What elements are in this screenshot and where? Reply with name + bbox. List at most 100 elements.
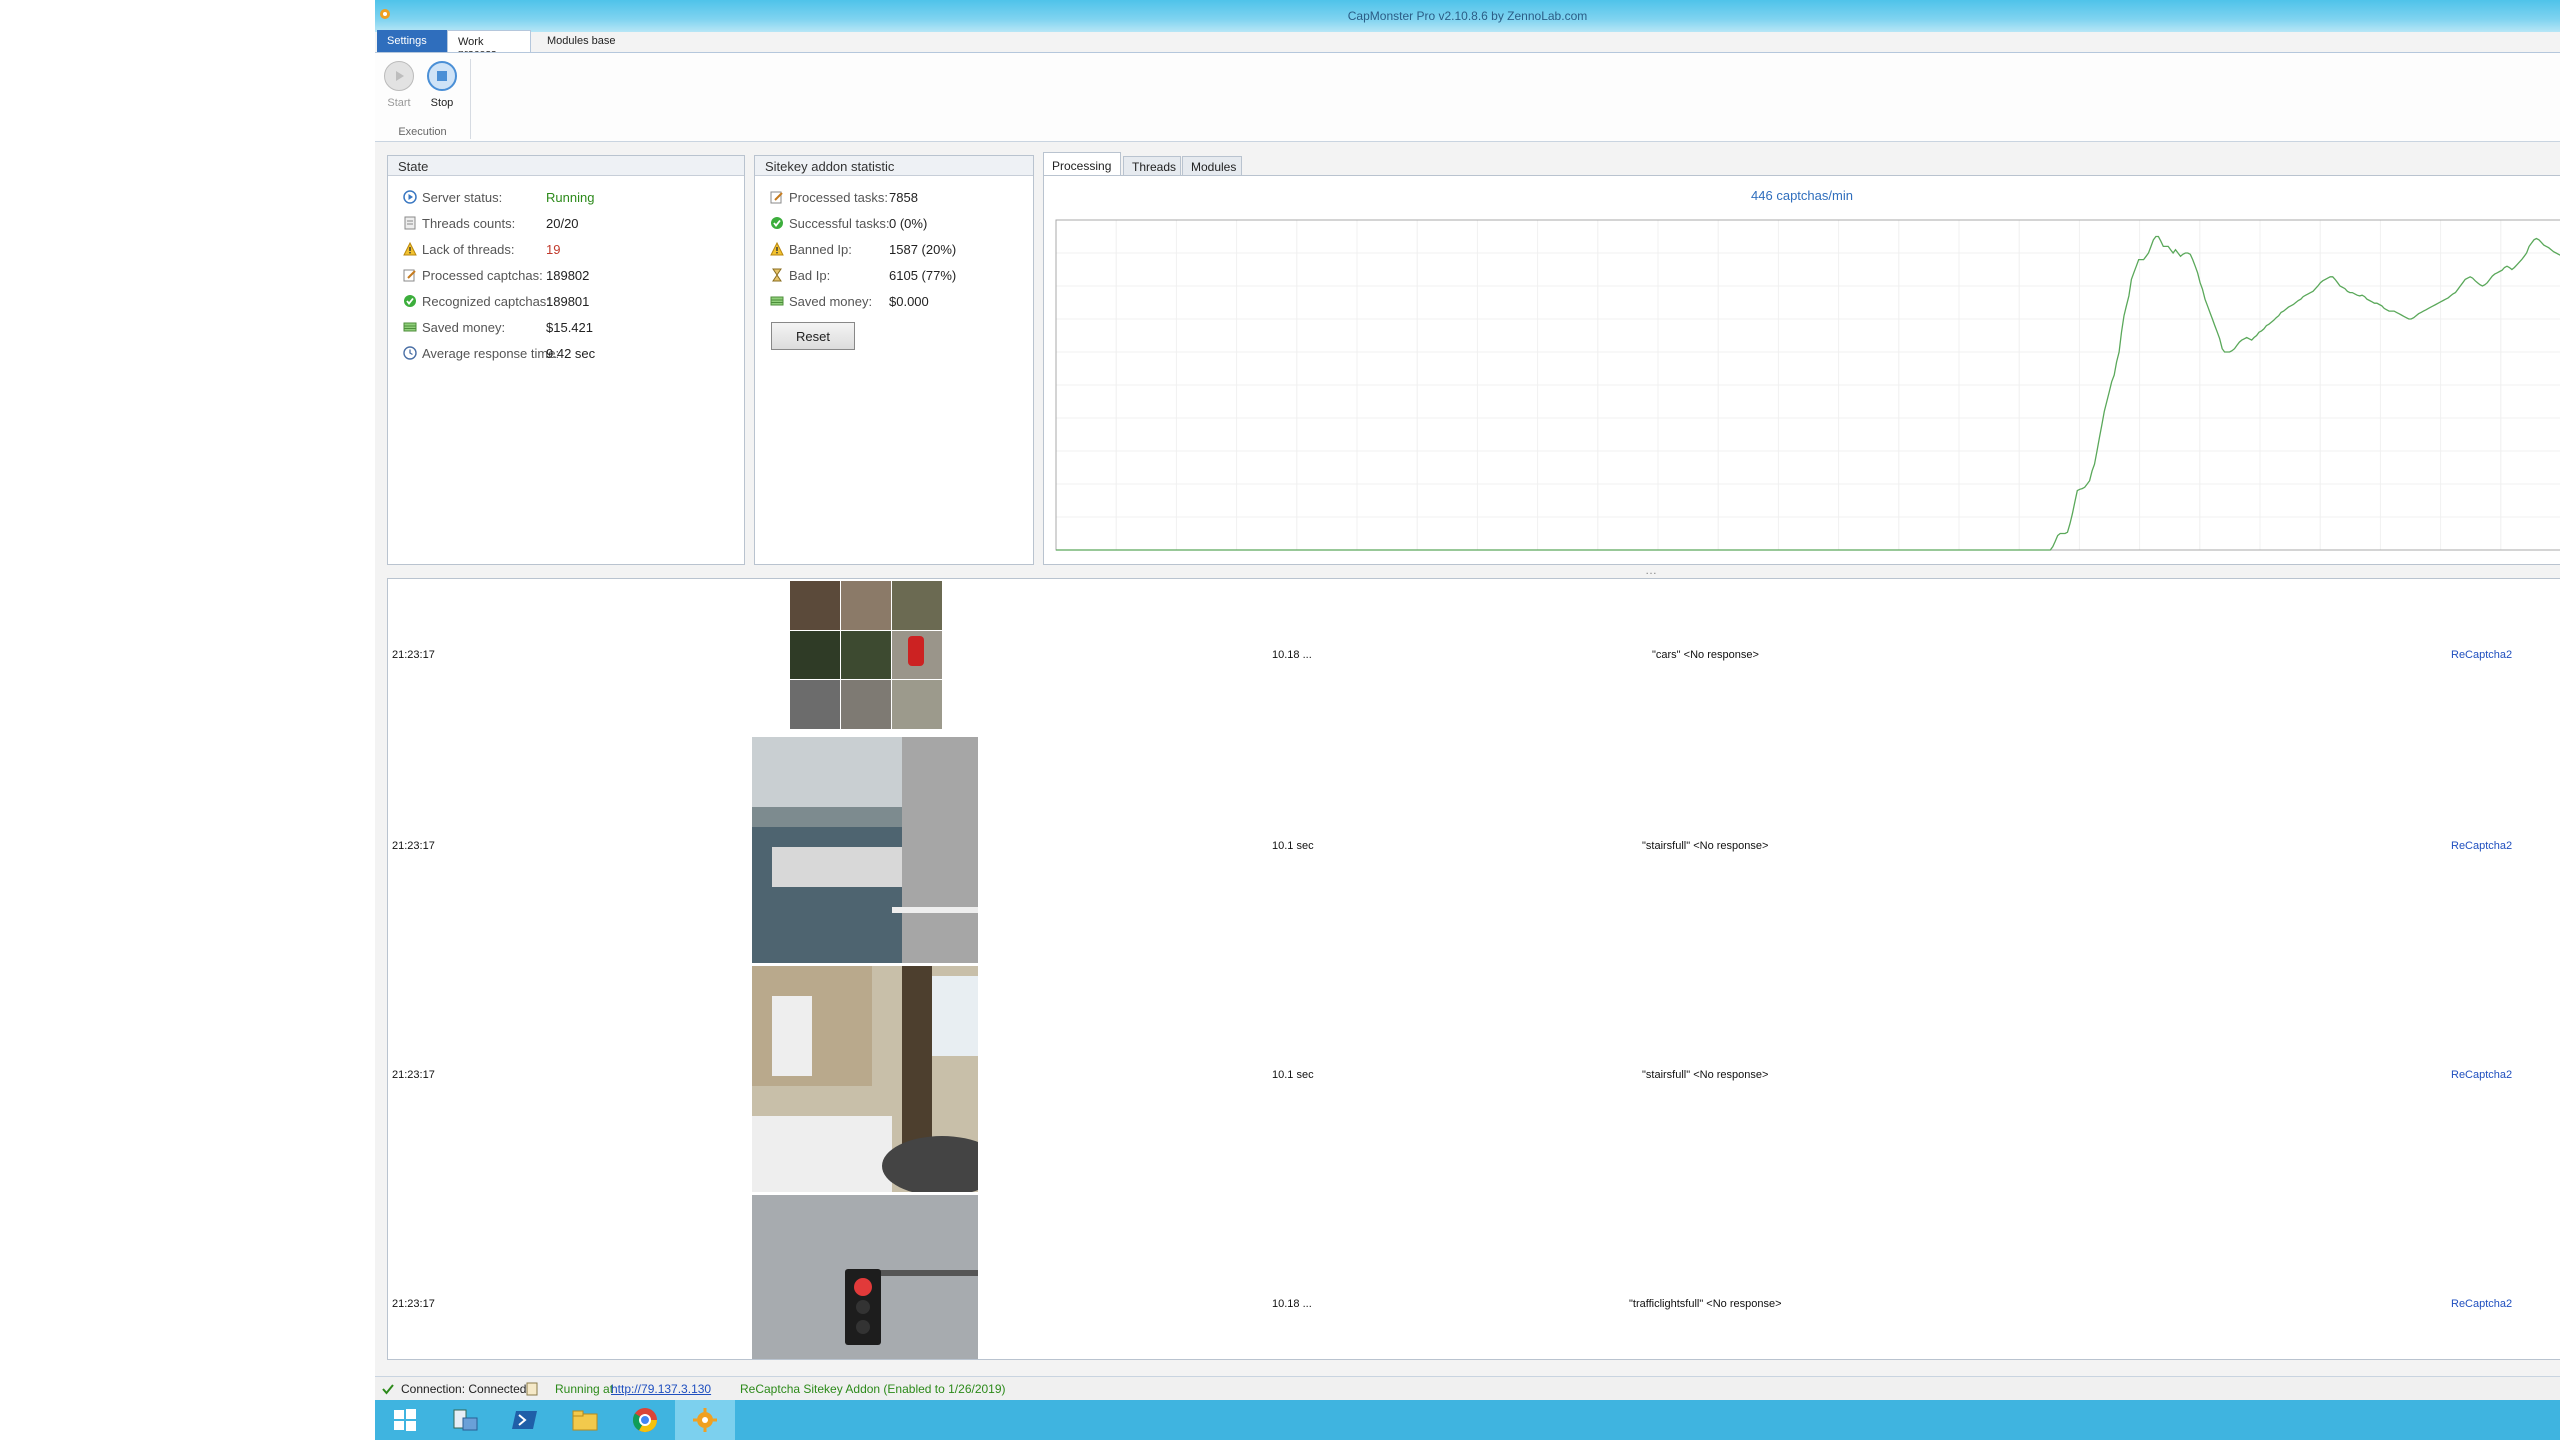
state-value: 19 — [546, 241, 561, 257]
group-separator — [470, 59, 471, 139]
log-time: 21:23:17 — [392, 840, 435, 852]
state-value: $15.421 — [546, 319, 593, 335]
edit-icon — [769, 190, 784, 205]
running-prefix: Running at — [555, 1382, 614, 1396]
sitekey-panel-title: Sitekey addon statistic — [755, 156, 1033, 176]
play-icon — [384, 61, 414, 91]
document-icon — [402, 216, 417, 231]
tab-threads[interactable]: Threads — [1123, 156, 1181, 176]
capmonster-taskbar-icon[interactable] — [675, 1400, 735, 1440]
stop-icon — [427, 61, 457, 91]
log-duration: 10.1 sec — [1272, 840, 1314, 852]
state-key: Threads counts: — [422, 215, 516, 231]
captcha-log-list: 21:23:17 10.18 ... "cars" <No response> … — [387, 578, 2560, 1360]
log-row[interactable]: 21:23:17 10.18 ... "cars" <No response> … — [388, 579, 2560, 729]
state-key: Recognized captchas: — [422, 293, 550, 309]
ribbon-tabs: Settings Work process Modules base — [375, 30, 2560, 60]
state-key: Lack of threads: — [422, 241, 515, 257]
sitekey-saved-money: Saved money: $0.000 — [769, 292, 929, 310]
sitekey-value: 6105 (77%) — [889, 267, 957, 283]
log-time: 21:23:17 — [392, 649, 435, 661]
log-row[interactable]: 21:23:17 10.1 sec "stairsfull" <No respo… — [388, 737, 2560, 963]
sitekey-key: Processed tasks: — [789, 189, 888, 205]
state-panel-title: State — [388, 156, 744, 176]
state-threads-count: Threads counts: 20/20 — [402, 214, 579, 232]
state-key: Server status: — [422, 189, 503, 205]
log-captcha-type: ReCaptcha2 — [2451, 1069, 2513, 1081]
stop-button[interactable]: Stop — [424, 61, 460, 109]
log-captcha-type: ReCaptcha2 — [2451, 1298, 2513, 1310]
tab-processing[interactable]: Processing — [1043, 152, 1121, 176]
sitekey-key: Banned Ip: — [789, 241, 852, 257]
log-task: "stairsfull" <No response> — [1642, 1069, 1769, 1081]
ribbon: Start Stop Execution — [375, 52, 2560, 142]
sitekey-successful-tasks: Successful tasks: 0 (0%) — [769, 214, 927, 232]
state-value: 20/20 — [546, 215, 579, 231]
state-value: 189802 — [546, 267, 590, 283]
tab-modules[interactable]: Modules — [1182, 156, 1242, 176]
addon-status: ReCaptcha Sitekey Addon (Enabled to 1/26… — [740, 1382, 1006, 1396]
state-saved-money: Saved money: $15.421 — [402, 318, 593, 336]
group-label-execution: Execution — [398, 126, 447, 138]
log-row[interactable]: 21:23:17 10.18 ... "trafficlightsfull" <… — [388, 1195, 2560, 1359]
state-processed-captchas: Processed captchas: 189802 — [402, 266, 589, 284]
sitekey-banned-ip: Banned Ip: 1587 (20%) — [769, 240, 956, 258]
connected-check-icon — [381, 1382, 395, 1399]
series-line — [1056, 235, 2560, 551]
state-value: Running — [546, 189, 595, 205]
clock-icon — [402, 346, 417, 361]
play-circle-icon — [402, 190, 417, 205]
tab-work-process[interactable]: Work process — [447, 30, 531, 60]
log-row[interactable]: 21:23:17 10.1 sec "stairsfull" <No respo… — [388, 966, 2560, 1192]
tab-modules-base[interactable]: Modules base — [537, 30, 626, 52]
windows-start-icon[interactable] — [375, 1400, 435, 1440]
sitekey-value: 7858 — [889, 189, 918, 205]
warning-icon — [402, 242, 417, 257]
sitekey-key: Bad Ip: — [789, 267, 831, 283]
log-duration: 10.18 ... — [1272, 1298, 1312, 1310]
reset-button[interactable]: Reset — [771, 322, 855, 350]
captcha-image — [752, 1195, 978, 1359]
chrome-icon[interactable] — [615, 1400, 675, 1440]
state-value: 189801 — [546, 293, 590, 309]
state-panel: State Server status: Running Threads cou… — [387, 155, 745, 565]
file-explorer-icon[interactable] — [555, 1400, 615, 1440]
captcha-image — [752, 966, 978, 1192]
state-key: Saved money: — [422, 319, 506, 335]
check-circle-icon — [769, 216, 784, 231]
sitekey-value: 0 (0%) — [889, 215, 928, 231]
sitekey-bad-ip: Bad Ip: 6105 (77%) — [769, 266, 956, 284]
state-lack-of-threads: Lack of threads: 19 — [402, 240, 560, 258]
start-label: Start — [387, 97, 411, 109]
capmonster-window: CapMonster Pro v2.10.8.6 by ZennoLab.com… — [375, 0, 2560, 1440]
start-button[interactable]: Start — [381, 61, 417, 109]
title-bar: CapMonster Pro v2.10.8.6 by ZennoLab.com — [375, 0, 2560, 32]
hourglass-icon — [769, 268, 784, 283]
money-icon — [769, 294, 784, 309]
log-duration: 10.18 ... — [1272, 649, 1312, 661]
window-title: CapMonster Pro v2.10.8.6 by ZennoLab.com — [1347, 9, 1588, 23]
server-url-link[interactable]: http://79.137.3.130 — [611, 1382, 711, 1396]
log-time: 21:23:17 — [392, 1298, 435, 1310]
check-circle-icon — [402, 294, 417, 309]
state-recognized-captchas: Recognized captchas: 189801 — [402, 292, 589, 310]
state-value: 9.42 sec — [546, 345, 596, 361]
status-bar: Connection: Connected Running at http://… — [375, 1376, 2560, 1400]
state-key: Processed captchas: — [422, 267, 543, 283]
splitter-handle[interactable]: … — [1645, 563, 1657, 577]
state-key: Average response time: — [422, 345, 560, 361]
server-manager-icon[interactable] — [435, 1400, 495, 1440]
log-task: "cars" <No response> — [1652, 649, 1759, 661]
sitekey-key: Successful tasks: — [789, 215, 890, 231]
tab-settings[interactable]: Settings — [377, 30, 447, 52]
edit-icon — [402, 268, 417, 283]
money-icon — [402, 320, 417, 335]
powershell-icon[interactable] — [495, 1400, 555, 1440]
sitekey-key: Saved money: — [789, 293, 873, 309]
log-duration: 10.1 sec — [1272, 1069, 1314, 1081]
log-time: 21:23:17 — [392, 1069, 435, 1081]
server-doc-icon — [525, 1382, 539, 1399]
chart-grid — [1056, 220, 2560, 550]
log-task: "trafficlightsfull" <No response> — [1629, 1298, 1782, 1310]
log-captcha-type: ReCaptcha2 — [2451, 840, 2513, 852]
